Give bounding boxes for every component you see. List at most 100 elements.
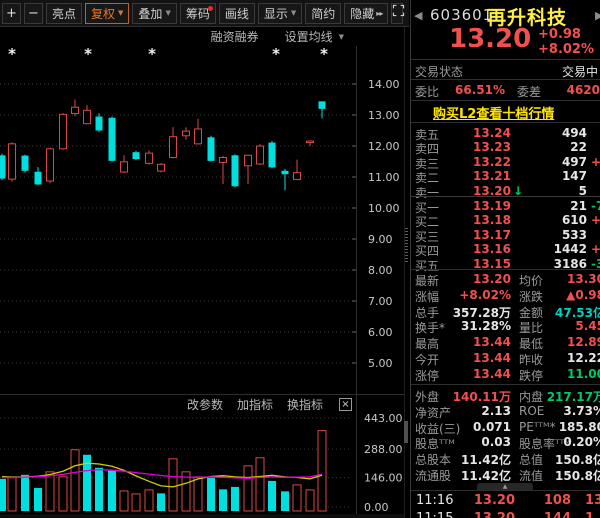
notification-dot-icon	[208, 6, 213, 11]
toolbar-button-label: 画线	[225, 5, 249, 22]
stat-label: 最高	[415, 335, 439, 352]
ask-row[interactable]: 卖四13.2322	[411, 140, 600, 154]
stat-row: 总股本11.42亿总值150.8亿	[411, 451, 600, 467]
toolbar-button-zoom-in[interactable]: +	[2, 3, 21, 24]
stat-row: 股息ᵀᵀᴹ0.03股息率ᵀᵀᴹ0.20%	[411, 435, 600, 451]
bid-delta: +1	[591, 242, 600, 256]
ask-price: 13.21	[441, 169, 511, 183]
bid-row[interactable]: 买三13.17533	[411, 228, 600, 242]
stat-row: 涨停13.44跌停11.00	[411, 367, 600, 383]
bid-row[interactable]: 买一13.1921-70	[411, 199, 600, 213]
stat-value: 150.8亿	[519, 467, 600, 484]
svg-text:13.00: 13.00	[368, 109, 400, 122]
ask-volume: 22	[511, 140, 587, 154]
bid-volume: 21	[511, 199, 587, 213]
price-change: +0.98	[538, 27, 581, 42]
event-marker: *	[272, 45, 280, 63]
toolbar-button-label: 复权	[91, 5, 115, 22]
svg-text:12.00: 12.00	[368, 140, 400, 153]
stat-row: 最高13.44最低12.89	[411, 335, 600, 351]
collapse-handle[interactable]: ▲	[477, 483, 533, 490]
stat-value: 31.28%	[445, 319, 511, 333]
toolbar-button-highlights[interactable]: 亮点	[46, 3, 82, 24]
bid-row[interactable]: 买四13.161442+1	[411, 242, 600, 256]
ask-price: 13.24	[441, 126, 511, 140]
stat-value: 3.73%	[519, 404, 600, 418]
chevron-down-icon: ▼	[165, 9, 170, 17]
set-ma-label: 设置均线	[285, 28, 333, 45]
chevron-down-icon: ▼	[339, 33, 344, 41]
ask-row[interactable]: 卖五13.24494	[411, 126, 600, 140]
toolbar-button-zoom-out[interactable]: −	[24, 3, 43, 24]
stat-value: 5.45	[519, 319, 600, 333]
tick-price: 13.20	[467, 493, 515, 508]
stat-row: 最新13.20均价13.30	[411, 272, 600, 288]
event-marker: *	[148, 45, 156, 63]
toolbar-button-label: +	[6, 6, 17, 21]
toolbar-button-chips[interactable]: 筹码	[180, 3, 216, 24]
toolbar-button-fullscreen[interactable]	[391, 3, 403, 24]
toolbar-button-simple-mode[interactable]: 简约	[305, 3, 341, 24]
tick-volume: 144	[521, 511, 571, 518]
toolbar-button-label: 筹码	[186, 5, 210, 22]
svg-text:9.00: 9.00	[368, 233, 393, 246]
ask-row[interactable]: 卖二13.21147	[411, 169, 600, 183]
stat-label: 涨停	[415, 367, 439, 384]
next-stock-button[interactable]: ▶	[595, 9, 600, 22]
ask-delta: +2	[591, 155, 600, 169]
toolbar-button-display[interactable]: 显示▼	[258, 3, 302, 24]
stat-value: 140.11万	[445, 388, 511, 405]
stat-label: 最新	[415, 272, 439, 289]
window-bottom-edge	[0, 514, 404, 518]
bid-delta: +62	[591, 213, 600, 227]
bid-volume: 1442	[511, 242, 587, 256]
ask-row[interactable]: 卖三13.22497+2	[411, 155, 600, 169]
weibi-label: 委比	[415, 83, 439, 100]
stat-value: +8.02%	[445, 288, 511, 302]
toolbar-button-draw-line[interactable]: 画线	[219, 3, 255, 24]
indicator-action-switch-indicator[interactable]: 换指标	[287, 396, 323, 413]
margin-trading-label: 融资融券	[211, 28, 259, 45]
svg-text:0.00: 0.00	[364, 501, 389, 514]
stat-value: 185.80	[519, 420, 600, 434]
svg-text:6.00: 6.00	[368, 326, 393, 339]
svg-text:443.00: 443.00	[364, 412, 403, 425]
margin-trading-link[interactable]: 融资融券	[211, 28, 259, 45]
buy-l2-link[interactable]: 购买L2查看十档行情	[433, 103, 554, 122]
tick-time: 11:15	[416, 511, 453, 518]
close-indicator-icon[interactable]: ×	[339, 398, 352, 411]
panel-splitter-grip[interactable]	[405, 228, 408, 264]
indicator-action-add-indicator[interactable]: 加指标	[237, 396, 273, 413]
stat-value: 13.20	[445, 272, 511, 286]
bid-row[interactable]: 买二13.18610+62	[411, 213, 600, 227]
toolbar-button-overlay[interactable]: 叠加▼	[132, 3, 176, 24]
toolbar-button-adjust-mode[interactable]: 复权▼	[85, 3, 129, 24]
stat-value: 12.89	[519, 335, 600, 349]
stat-label: 总手	[415, 304, 439, 321]
stat-value: 0.20%	[519, 435, 600, 449]
weicha-label: 委差	[517, 83, 541, 100]
quote-panel: ◀ 603601 再升科技 ▶ 13.20 +0.98 +8.02% 交易状态 …	[410, 0, 600, 518]
toolbar-button-hide[interactable]: 隐藏▸▸	[344, 3, 388, 24]
event-marker: *	[84, 45, 92, 63]
stat-value: 11.42亿	[445, 467, 511, 484]
stat-value: 0.03	[445, 435, 511, 449]
weibi-value: 66.51%	[455, 83, 505, 97]
indicator-action-change-params[interactable]: 改参数	[187, 396, 223, 413]
stat-row: 外盘140.11万内盘217.17万	[411, 388, 600, 404]
stat-value: 12.22	[519, 351, 600, 365]
price-change-pct: +8.02%	[538, 42, 594, 57]
toolbar-button-label: −	[28, 6, 39, 21]
svg-text:7.00: 7.00	[368, 295, 393, 308]
tick-row: 11:1513.201441	[411, 511, 600, 518]
stat-label: 外盘	[415, 388, 439, 405]
scrollbar-thumb[interactable]	[404, 421, 408, 443]
stock-code: 603601	[430, 6, 493, 24]
prev-stock-button[interactable]: ◀	[414, 9, 422, 22]
tick-price: 13.20	[467, 511, 515, 518]
set-ma-dropdown[interactable]: 设置均线 ▼	[285, 28, 344, 45]
weicha-value: 4620	[567, 83, 600, 97]
bid-price: 13.18	[441, 213, 511, 227]
chevron-down-icon: ▼	[118, 9, 123, 17]
tick-row: 11:1613.2010813	[411, 493, 600, 511]
